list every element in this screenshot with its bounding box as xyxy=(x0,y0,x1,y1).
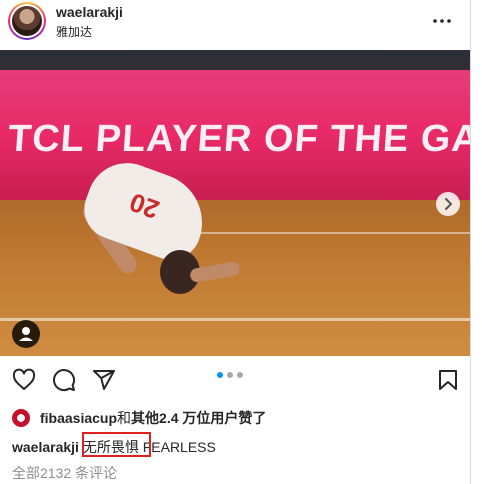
user-tag-button[interactable] xyxy=(12,320,40,348)
post-username[interactable]: waelarakji xyxy=(56,4,123,20)
carousel-dot xyxy=(217,372,223,378)
view-all-comments-link[interactable]: 全部2132 条评论 xyxy=(12,463,117,483)
likes-summary[interactable]: fibaasiacup和其他2.4 万位用户赞了 xyxy=(12,408,266,428)
bookmark-icon[interactable] xyxy=(436,368,460,392)
column-divider xyxy=(470,0,471,484)
carousel-next-button[interactable] xyxy=(436,192,460,216)
user-tag-icon xyxy=(19,327,33,341)
liker-username[interactable]: fibaasiacup xyxy=(40,410,117,426)
likes-others-count[interactable]: 其他2.4 万位用户 xyxy=(131,410,238,426)
likes-connector: 和 xyxy=(117,410,132,426)
photo-banner: TCL PLAYER OF THE GAME xyxy=(0,70,470,200)
carousel-dot xyxy=(237,372,243,378)
liker-avatar xyxy=(12,409,30,427)
post-photo[interactable]: TCL PLAYER OF THE GAME 20 xyxy=(0,50,470,356)
post-header: waelarakji 雅加达 xyxy=(0,0,470,46)
caption-highlight-box xyxy=(82,432,151,457)
banner-text: TCL PLAYER OF THE GAME xyxy=(6,118,470,160)
chevron-right-icon xyxy=(445,198,453,210)
more-horizontal-icon[interactable] xyxy=(432,13,452,29)
carousel-dot xyxy=(227,372,233,378)
court-floor xyxy=(0,200,470,356)
carousel-indicator xyxy=(217,372,243,378)
comment-icon[interactable] xyxy=(52,368,76,392)
post-location[interactable]: 雅加达 xyxy=(56,23,92,40)
caption-username[interactable]: waelarakji xyxy=(12,439,79,455)
share-icon[interactable] xyxy=(92,368,116,392)
heart-icon[interactable] xyxy=(12,368,36,392)
likes-suffix: 赞了 xyxy=(238,410,267,426)
profile-avatar[interactable] xyxy=(8,2,46,40)
post-actions xyxy=(0,356,470,400)
